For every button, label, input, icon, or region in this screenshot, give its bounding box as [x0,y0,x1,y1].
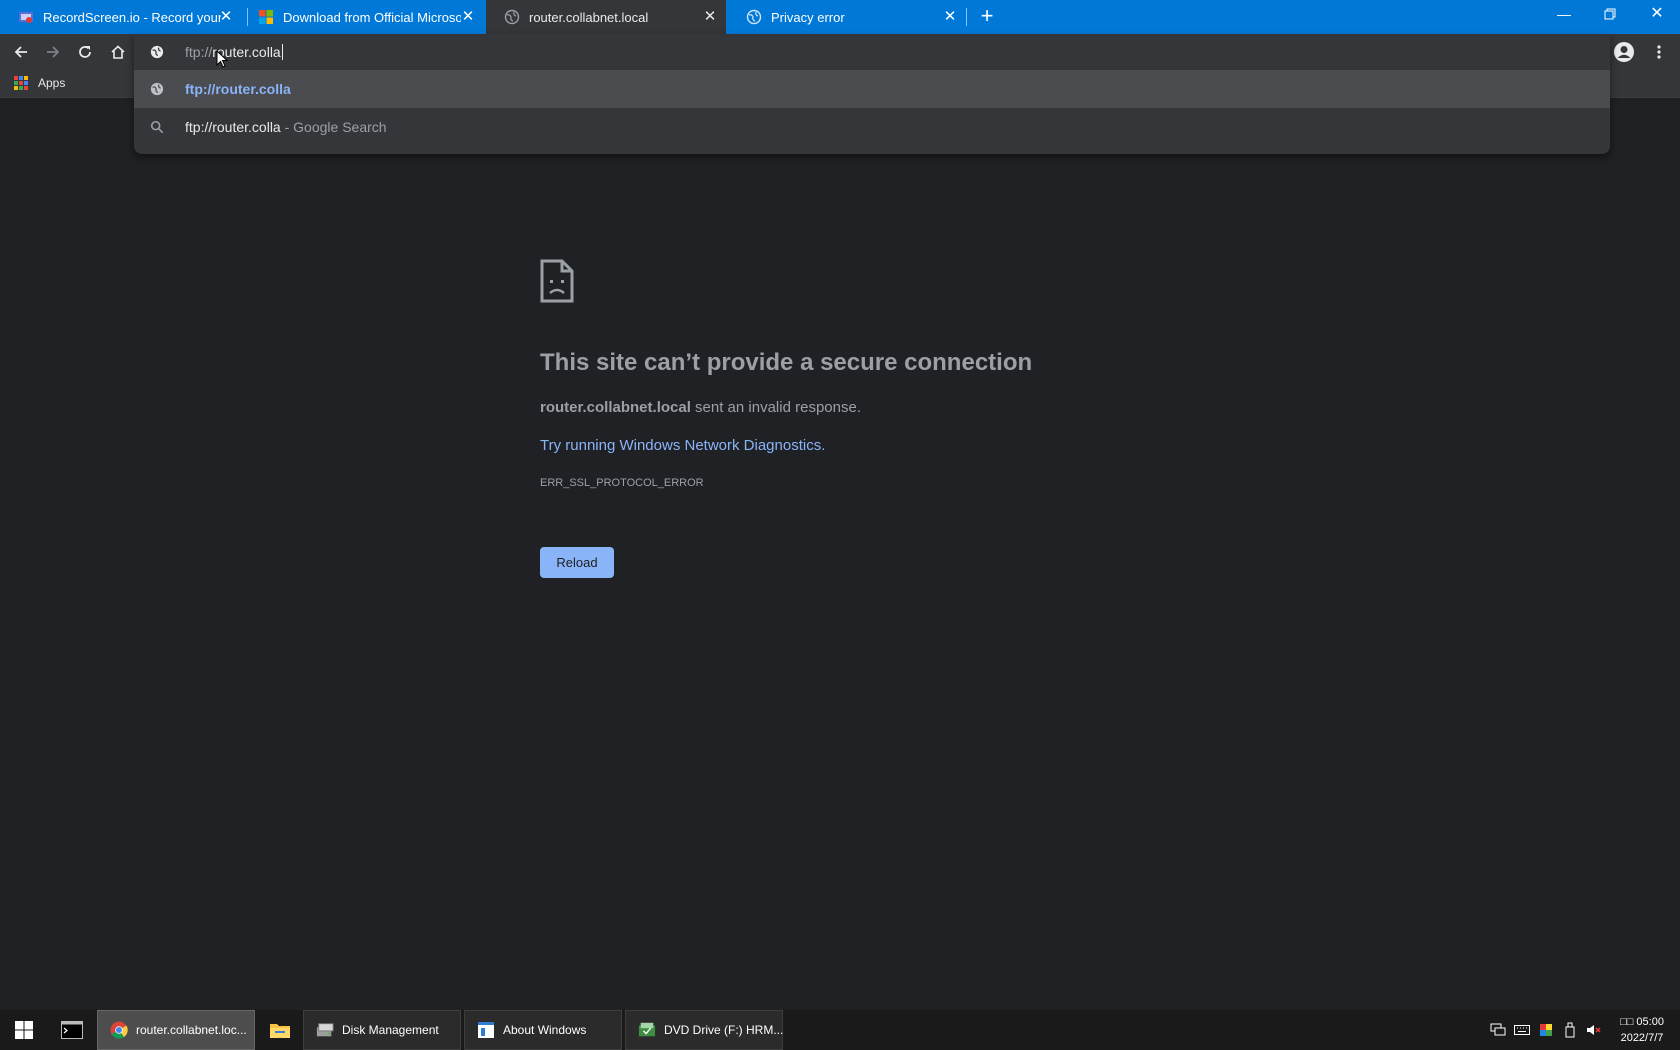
globe-icon [746,9,762,25]
globe-icon [149,81,165,97]
taskbar-item-label: Disk Management [342,1023,439,1037]
apps-label: Apps [38,76,66,90]
error-code: ERR_SSL_PROTOCOL_ERROR [540,477,704,489]
restore-button[interactable] [1587,0,1633,30]
close-tab-icon[interactable]: ✕ [702,9,718,25]
network-icon[interactable] [1490,1022,1506,1038]
apps-shortcut[interactable]: Apps [14,76,65,90]
error-message: router.collabnet.local sent an invalid r… [540,399,861,416]
taskbar-item-label: DVD Drive (F:) HRM... [664,1023,784,1037]
tab-recordscreen[interactable]: RecordScreen.io - Record your sc ✕ [0,0,242,34]
browser-window: RecordScreen.io - Record your sc ✕ Downl… [0,0,1680,1050]
about-windows-icon [477,1021,495,1039]
suggestion-suffix: - Google Search [280,119,387,135]
taskbar: router.collabnet.loc... Disk Management … [0,1010,1680,1050]
error-host: router.collabnet.local [540,399,691,416]
error-title: This site can’t provide a secure connect… [540,349,1033,376]
windows-start-icon [15,1021,33,1039]
profile-avatar-icon[interactable] [1612,40,1636,64]
omnibox-suggestion-search[interactable]: ftp://router.colla - Google Search [134,108,1610,146]
system-tray [1486,1010,1606,1050]
network-diagnostics-link[interactable]: Try running Windows Network Diagnostics. [540,437,825,454]
text-caret [281,44,283,60]
terminal-taskbar-button[interactable] [50,1010,94,1050]
tab-title: Privacy error [771,9,845,25]
volume-muted-icon[interactable] [1586,1022,1602,1038]
recordscreen-icon [18,9,34,25]
reload-toolbar-button[interactable] [73,40,97,64]
terminal-icon [61,1021,83,1039]
address-input-scheme: ftp:// [185,44,213,60]
tab-title: Download from Official Microsof [283,9,461,25]
new-tab-button[interactable]: + [976,5,998,28]
usb-device-icon[interactable] [1562,1022,1578,1038]
back-button[interactable] [9,40,33,64]
tab-title: RecordScreen.io - Record your sc [43,9,221,25]
error-page: This site can’t provide a secure connect… [0,99,1680,1010]
system-clock[interactable]: □□ 05:00 2022/7/7 [1608,1014,1676,1046]
tab-strip: RecordScreen.io - Record your sc ✕ Downl… [0,0,1680,34]
file-explorer-icon [270,1024,290,1038]
omnibox-dropdown: ftp://router.colla ftp://router.colla ft… [134,34,1610,154]
suggestion-text: ftp://router.colla [185,119,281,135]
close-tab-icon[interactable]: ✕ [460,9,476,25]
error-message-text: sent an invalid response. [690,399,861,416]
tab-router-collabnet[interactable]: router.collabnet.local ✕ [486,0,726,34]
suggestion-text: ftp://router.colla [185,81,291,97]
mouse-cursor-icon [216,50,228,68]
reload-button[interactable]: Reload [540,547,614,578]
home-button[interactable] [106,40,130,64]
omnibox-suggestion-url[interactable]: ftp://router.colla [134,70,1610,108]
dvd-drive-icon [638,1021,656,1039]
minimize-button[interactable]: — [1541,0,1587,30]
forward-button[interactable] [41,40,65,64]
color-app-icon[interactable] [1538,1022,1554,1038]
address-input[interactable]: ftp://router.colla [185,44,283,60]
taskbar-item-label: About Windows [503,1023,587,1037]
tab-title: router.collabnet.local [529,9,649,25]
disk-management-icon [316,1021,334,1039]
tab-divider [966,8,967,26]
sad-page-icon [540,259,574,303]
microsoft-icon [258,9,274,25]
taskbar-item-label: router.collabnet.loc... [136,1023,247,1037]
tab-microsoft-download[interactable]: Download from Official Microsof ✕ [240,0,484,34]
clock-time: □□ 05:00 [1620,1016,1664,1028]
taskbar-dvd-drive[interactable]: DVD Drive (F:) HRM... [625,1010,783,1050]
clock-date: 2022/7/7 [1620,1032,1664,1044]
taskbar-disk-management[interactable]: Disk Management [303,1010,461,1050]
taskbar-chrome-window[interactable]: router.collabnet.loc... [97,1010,255,1050]
search-icon [149,119,165,135]
taskbar-about-windows[interactable]: About Windows [464,1010,622,1050]
apps-grid-icon [14,76,28,90]
close-tab-icon[interactable]: ✕ [218,9,234,25]
menu-icon[interactable] [1647,40,1671,64]
globe-icon [504,9,520,25]
close-tab-icon[interactable]: ✕ [942,9,958,25]
address-bar[interactable]: ftp://router.colla [134,34,1610,70]
keyboard-icon[interactable] [1514,1022,1530,1038]
tab-privacy-error[interactable]: Privacy error ✕ [728,0,966,34]
start-button[interactable] [0,1010,48,1050]
taskbar-file-explorer[interactable] [259,1010,301,1050]
close-window-button[interactable]: ✕ [1634,0,1680,30]
globe-icon [149,44,165,60]
chrome-icon [110,1021,128,1039]
